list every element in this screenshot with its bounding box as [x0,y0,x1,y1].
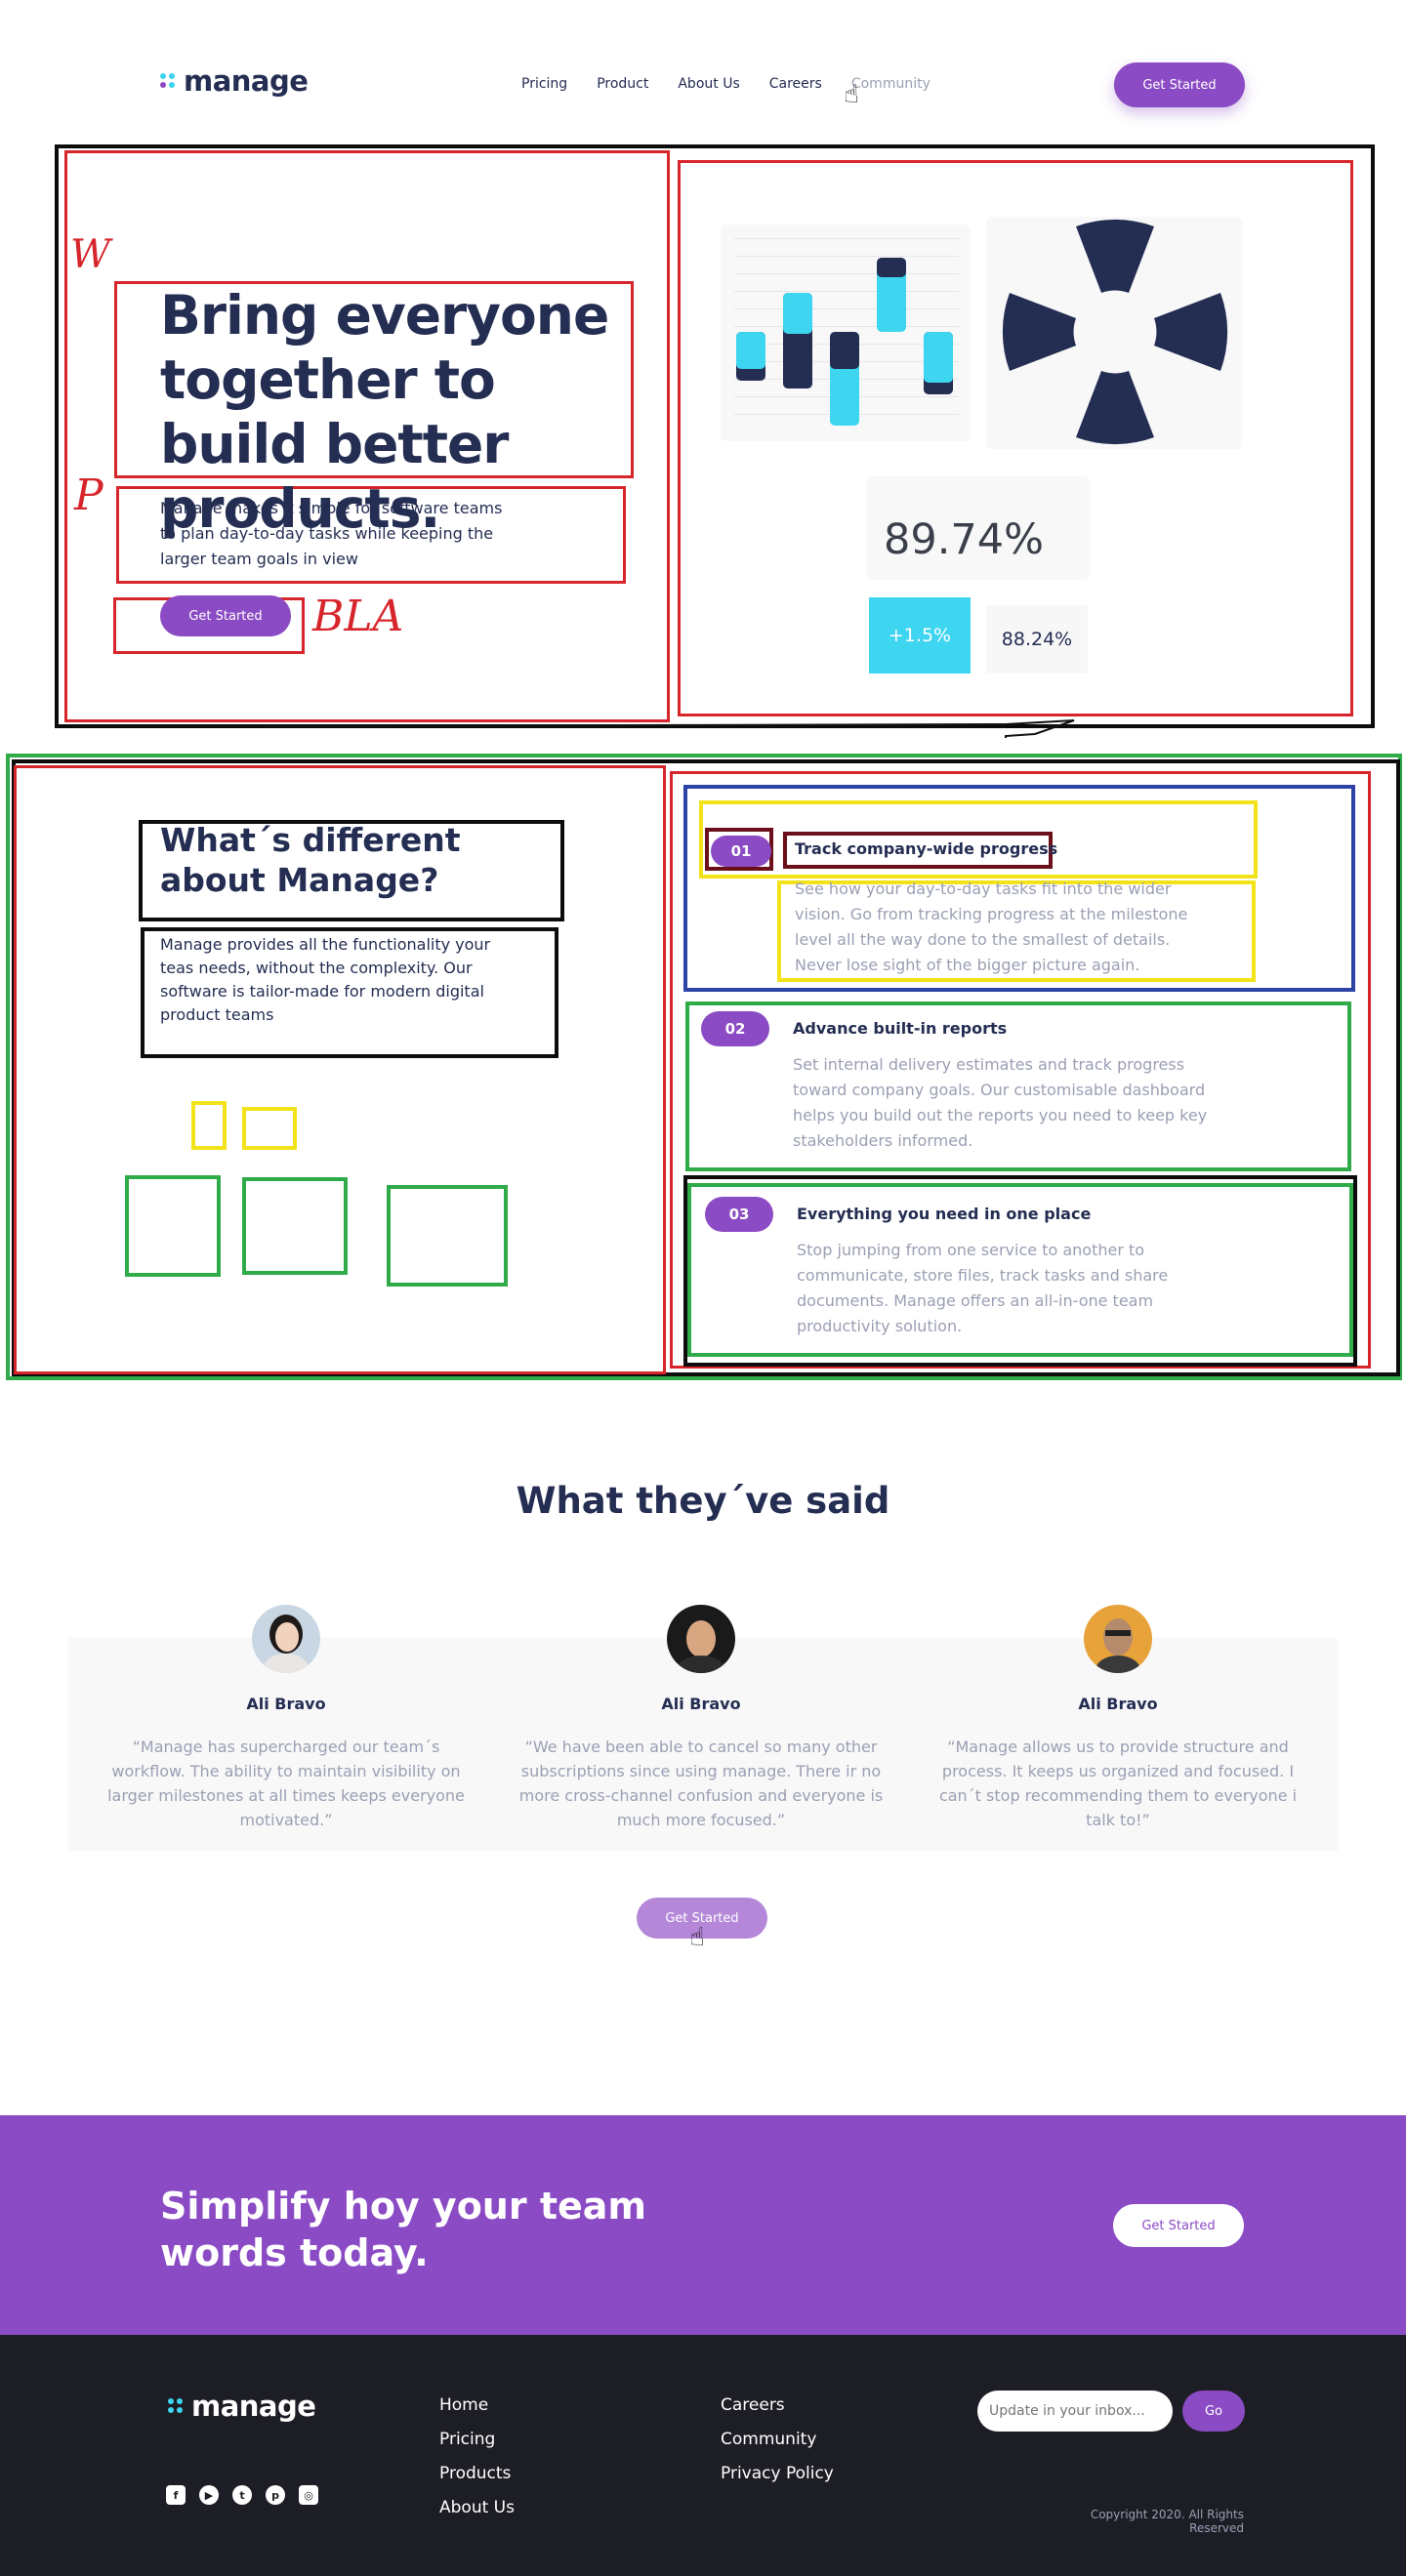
feature-title: Everything you need in one place [797,1205,1092,1223]
feature-number: 01 [711,836,771,867]
cta-title: Simplify hoy your team words today. [160,2185,647,2274]
top-nav: manage Pricing Product About Us Careers … [0,0,1406,137]
footer-link-pricing[interactable]: Pricing [439,2423,515,2457]
feature-number: 02 [701,1011,769,1046]
footer-link-community[interactable]: Community [721,2423,834,2457]
logo[interactable]: manage [160,64,309,98]
cta-get-started-button[interactable]: Get Started [1113,2204,1244,2247]
nav-link-pricing[interactable]: Pricing [521,76,567,92]
testimonial-quote: “We have been able to cancel so many oth… [518,1738,884,1829]
green-square-3 [387,1185,508,1287]
hero-get-started-button[interactable]: Get Started [160,595,291,636]
instagram-icon[interactable]: ◎ [299,2485,318,2505]
scribble-bla: BLA [312,592,404,641]
bar-1-top [736,332,765,369]
footer-links-col-1: Home Pricing Products About Us [439,2389,515,2525]
green-square-1 [125,1175,221,1277]
footer-logo-text: manage [191,2390,316,2423]
hand-cursor-icon: ☝ [844,80,859,109]
testimonial-name: Ali Bravo [661,1695,741,1713]
testimonial-name: Ali Bravo [1078,1695,1158,1713]
avatar [667,1605,735,1673]
footer-link-about[interactable]: About Us [439,2491,515,2525]
nav-link-product[interactable]: Product [597,76,648,92]
scribble-w: W [70,232,111,277]
bar-3-top [830,332,859,369]
stat-main-value: 89.74% [884,515,1044,564]
scribble-p: P [74,470,103,520]
nav-link-careers[interactable]: Careers [769,76,822,92]
testimonial-card: Ali Bravo “Manage has supercharged our t… [101,1605,472,1832]
testimonials-title: What they´ve said [516,1480,890,1522]
footer-link-privacy[interactable]: Privacy Policy [721,2457,834,2491]
testimonial-name: Ali Bravo [246,1695,326,1713]
radial-chart-illustration [1002,219,1228,445]
nav-link-about[interactable]: About Us [678,76,739,92]
youtube-icon[interactable]: ▶ [199,2485,219,2505]
testimonial-card: Ali Bravo “We have been able to cancel s… [516,1605,887,1832]
arrow-scribble [263,719,1075,738]
diff-title: What´s different about Manage? [160,821,461,899]
hand-cursor-icon: ☝ [689,1923,705,1952]
feature-description: Set internal delivery estimates and trac… [793,1055,1208,1150]
avatar [1084,1605,1152,1673]
subscribe-go-button[interactable]: Go [1182,2391,1245,2432]
stat-secondary-value: 88.24% [986,605,1088,674]
hero-subtitle: Manage makes it simple for software team… [160,499,503,568]
footer-logo[interactable]: manage [168,2390,316,2423]
stat-change-value: +1.5% [869,597,971,674]
avatar [252,1605,320,1673]
testimonial-card: Ali Bravo “Manage allows us to provide s… [932,1605,1303,1832]
bar-4-top [877,258,906,277]
bar-5-top [924,332,953,383]
logo-mark-icon [160,73,176,89]
footer [0,2335,1406,2576]
footer-link-products[interactable]: Products [439,2457,515,2491]
yellow-square-2 [242,1107,297,1150]
yellow-square-1 [191,1101,227,1150]
feature-title: Advance built-in reports [793,1019,1008,1038]
radial-petal-right [1154,293,1228,371]
radial-petal-left [1002,293,1076,371]
bar-chart-illustration [734,234,959,429]
feature-number: 03 [705,1197,773,1232]
testimonial-quote: “Manage allows us to provide structure a… [938,1738,1298,1829]
facebook-icon[interactable]: f [166,2485,186,2505]
green-square-2 [242,1177,348,1275]
feature-description: Stop jumping from one service to another… [797,1241,1169,1335]
nav-links: Pricing Product About Us Careers Communi… [521,76,930,92]
twitter-icon[interactable]: t [232,2485,252,2505]
footer-links-col-2: Careers Community Privacy Policy [721,2389,834,2491]
bar-2-top [783,293,812,334]
subscribe-input[interactable] [977,2391,1173,2432]
landing-page: manage Pricing Product About Us Careers … [0,0,1406,2576]
feature-title: Track company-wide progress [795,839,1058,858]
radial-petal-top [1076,219,1154,293]
testimonial-quote: “Manage has supercharged our team´s work… [107,1738,465,1829]
diff-subtitle: Manage provides all the functionality yo… [160,935,491,1024]
logo-mark-icon [168,2398,184,2414]
copyright-text: Copyright 2020. All Rights Reserved [1090,2508,1244,2535]
footer-link-careers[interactable]: Careers [721,2389,834,2423]
feature-description: See how your day-to-day tasks fit into t… [795,879,1188,974]
nav-link-community[interactable]: Community [851,76,930,92]
footer-link-home[interactable]: Home [439,2389,515,2423]
pinterest-icon[interactable]: p [266,2485,285,2505]
social-links: f ▶ t p ◎ [166,2485,318,2505]
nav-get-started-button[interactable]: Get Started [1114,62,1245,107]
logo-text: manage [184,64,309,98]
radial-petal-bottom [1076,371,1154,445]
